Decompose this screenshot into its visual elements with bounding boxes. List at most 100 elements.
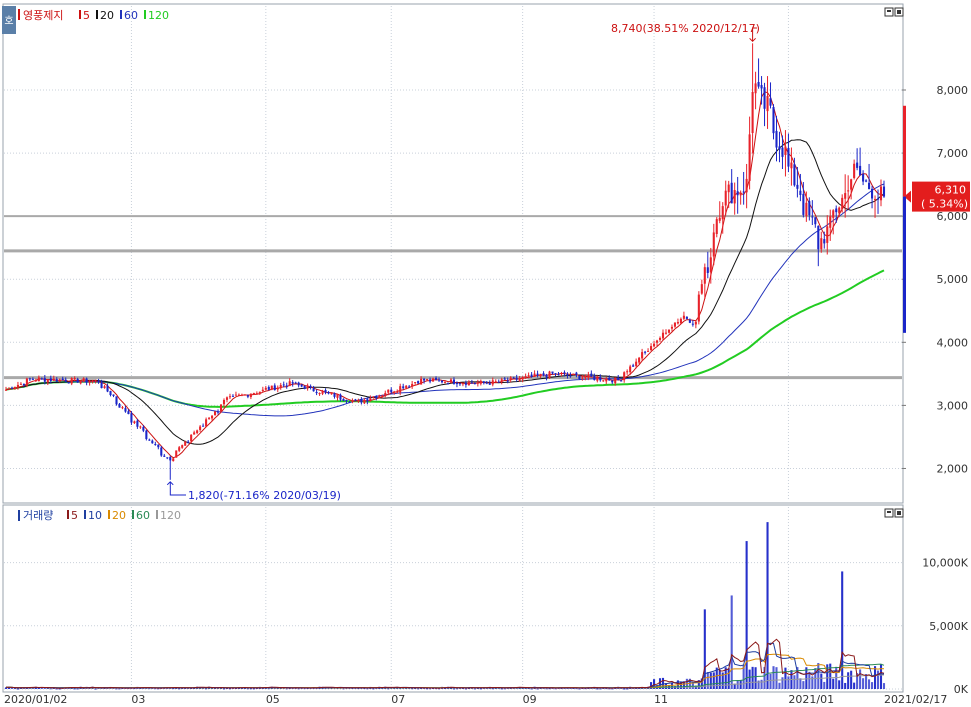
candle-body — [497, 381, 500, 383]
candle-body — [736, 191, 739, 196]
candle-body — [865, 180, 868, 182]
candle-body — [423, 378, 426, 381]
candle-body — [449, 379, 453, 383]
candle-body — [835, 208, 838, 213]
candle-body — [482, 381, 485, 383]
candle-body — [121, 407, 124, 409]
candle-body — [270, 385, 273, 390]
candle-body — [426, 379, 429, 381]
candle-body — [879, 186, 883, 201]
candle-body — [823, 239, 826, 244]
volume-bar — [246, 688, 249, 690]
candle-body — [76, 378, 79, 383]
candle-body — [175, 450, 178, 458]
candle-body — [838, 207, 841, 214]
candle-body — [151, 440, 154, 444]
volume-bar — [670, 682, 674, 689]
legend-label: 20 — [100, 9, 114, 22]
candle-body — [658, 337, 662, 340]
candle-body — [154, 443, 157, 445]
candle-body — [408, 386, 411, 388]
candle-body — [345, 399, 348, 402]
candle-body — [817, 225, 820, 250]
volume-bar — [847, 672, 850, 689]
candle-body — [339, 394, 342, 400]
legend-swatch — [84, 510, 86, 519]
stock-name: 영풍제지 — [23, 9, 63, 22]
candle-body — [876, 198, 880, 200]
candle-body — [506, 380, 509, 382]
candle-body — [623, 372, 626, 381]
candle-body — [670, 326, 674, 329]
candle-body — [476, 382, 479, 384]
legend-label: 120 — [148, 9, 169, 22]
price-tick-label: 7,000 — [937, 147, 969, 160]
candle-body — [214, 411, 217, 415]
candle-body — [61, 378, 64, 381]
candle-body — [333, 393, 336, 397]
current-price-value: 6,310 — [935, 184, 967, 197]
candle-body — [703, 267, 706, 284]
candle-body — [49, 378, 52, 381]
volume-tick-label: 5,000K — [929, 620, 968, 633]
candle-body — [28, 378, 31, 380]
candle-body — [811, 216, 814, 218]
volume-bar — [859, 669, 862, 689]
low-annotation: 1,820(-71.16% 2020/03/19) — [188, 489, 341, 502]
candle-body — [647, 350, 650, 352]
candle-body — [118, 403, 121, 408]
candle-body — [739, 192, 742, 196]
candle-body — [390, 389, 393, 393]
candle-body — [766, 95, 769, 112]
candle-body — [106, 385, 109, 392]
candle-body — [778, 146, 781, 150]
candle-body — [853, 163, 856, 178]
volume-tick-label: 10,000K — [922, 557, 968, 570]
candle-body — [862, 174, 865, 182]
volume-bar — [769, 673, 772, 689]
candle-body — [145, 430, 148, 439]
candle-body — [297, 382, 300, 386]
candle-body — [124, 408, 127, 412]
legend-label: 60 — [124, 9, 138, 22]
candle-body — [614, 377, 617, 384]
legend-swatch — [132, 510, 134, 519]
candle-body — [432, 378, 435, 382]
candle-body — [193, 432, 196, 435]
candle-body — [396, 391, 399, 393]
volume-bar — [781, 677, 784, 689]
candle-body — [420, 378, 423, 385]
candle-body — [67, 382, 70, 384]
candle-body — [700, 284, 703, 294]
candle-body — [437, 379, 441, 381]
volume-bar — [865, 674, 868, 689]
candle-body — [255, 393, 258, 395]
candle-body — [115, 396, 118, 405]
volume-bar — [16, 688, 19, 690]
candle-body — [216, 411, 220, 413]
volume-bar — [536, 688, 539, 690]
volume-bar — [718, 669, 721, 689]
candle-body — [234, 394, 237, 396]
price-tick-label: 6,000 — [937, 210, 969, 223]
candle-body — [632, 365, 635, 367]
candle-body — [679, 318, 682, 324]
candle-body — [485, 382, 488, 384]
date-tick-label: 2020/01/02 — [4, 693, 67, 706]
candle-body — [252, 392, 255, 395]
volume-bar — [712, 672, 715, 689]
volume-bar — [115, 688, 118, 690]
candle-body — [748, 134, 751, 181]
candle-body — [228, 396, 232, 398]
volume-bar — [850, 670, 853, 689]
candle-body — [470, 382, 473, 384]
candle-body — [91, 380, 94, 382]
candle-body — [31, 378, 34, 380]
candle-body — [638, 357, 641, 363]
candle-body — [808, 201, 811, 216]
candle-body — [103, 386, 106, 389]
candle-body — [500, 379, 503, 382]
volume-bar — [464, 688, 467, 690]
volume-bar — [55, 688, 58, 690]
volume-bar — [626, 688, 629, 690]
